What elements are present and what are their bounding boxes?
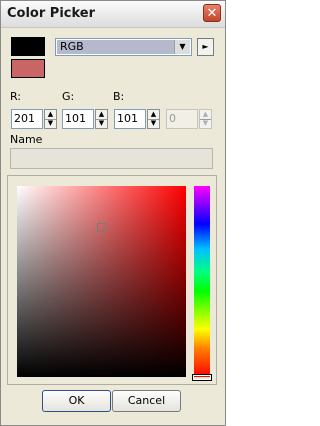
green-input[interactable]: 101 — [62, 109, 94, 129]
name-field[interactable] — [10, 148, 213, 169]
window-title: Color Picker — [7, 6, 96, 21]
cancel-button[interactable]: Cancel — [112, 390, 181, 412]
spin-down-icon[interactable]: ▼ — [45, 119, 56, 128]
color-mode-value: RGB — [57, 40, 174, 54]
hue-slider[interactable] — [194, 186, 210, 377]
name-label: Name — [10, 133, 43, 146]
close-icon[interactable]: ✕ — [203, 4, 221, 22]
blue-spinner[interactable]: ▲ ▼ — [147, 109, 160, 129]
red-spinner[interactable]: ▲ ▼ — [44, 109, 57, 129]
more-options-button[interactable]: ► — [197, 38, 214, 56]
new-color-swatch[interactable] — [11, 59, 45, 78]
spin-down-icon: ▼ — [202, 119, 209, 127]
old-color-swatch — [11, 37, 45, 56]
hue-slider-handle[interactable] — [192, 374, 212, 381]
blue-label: B: — [113, 90, 125, 103]
blue-input[interactable]: 101 — [114, 109, 146, 129]
color-mode-select[interactable]: RGB ▼ — [55, 38, 192, 56]
color-cursor[interactable] — [97, 223, 106, 232]
red-input[interactable]: 201 — [11, 109, 43, 129]
red-label: R: — [10, 90, 22, 103]
spin-down-icon[interactable]: ▼ — [96, 119, 107, 128]
title-bar: Color Picker ✕ — [1, 1, 225, 28]
green-label: G: — [62, 90, 75, 103]
chevron-down-icon[interactable]: ▼ — [174, 40, 190, 54]
saturation-value-area[interactable] — [17, 186, 186, 377]
alpha-spinner: ▲ ▼ — [199, 109, 212, 129]
green-spinner[interactable]: ▲ ▼ — [95, 109, 108, 129]
ok-button[interactable]: OK — [42, 390, 111, 412]
spin-down-icon[interactable]: ▼ — [148, 119, 159, 128]
alpha-input: 0 — [166, 109, 198, 129]
